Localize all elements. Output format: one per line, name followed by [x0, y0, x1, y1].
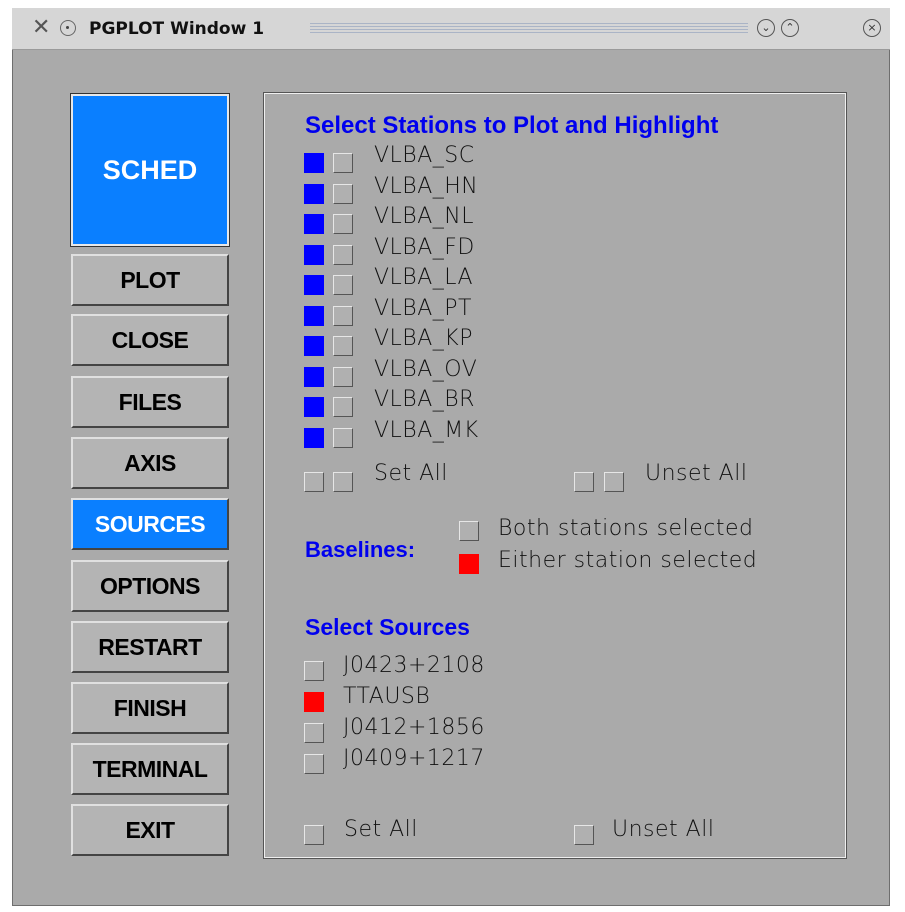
- source-label: J0423+2108: [343, 653, 485, 678]
- unset-all-stations-label: Unset All: [645, 461, 748, 486]
- station-highlight-checkbox[interactable]: [333, 244, 353, 265]
- restart-button[interactable]: RESTART: [71, 621, 229, 673]
- station-highlight-checkbox[interactable]: [333, 427, 353, 448]
- station-plot-checkbox[interactable]: [304, 336, 324, 356]
- station-highlight-checkbox[interactable]: [333, 153, 353, 173]
- unset-all-sources-checkbox[interactable]: [574, 825, 594, 845]
- sources-heading: Select Sources: [305, 614, 470, 640]
- station-highlight-checkbox[interactable]: [333, 275, 353, 295]
- station-label: VLBA_PT: [374, 295, 472, 321]
- minimize-icon[interactable]: ⌄: [757, 19, 775, 37]
- source-label: J0412+1856: [343, 715, 485, 740]
- close-button[interactable]: CLOSE: [71, 314, 229, 366]
- station-plot-checkbox[interactable]: [304, 183, 324, 204]
- station-highlight-checkbox[interactable]: [333, 214, 353, 234]
- exit-button[interactable]: EXIT: [71, 804, 229, 856]
- files-button[interactable]: FILES: [71, 376, 229, 428]
- station-highlight-checkbox[interactable]: [333, 397, 353, 417]
- station-highlight-checkbox[interactable]: [333, 305, 353, 326]
- close-icon[interactable]: ×: [863, 19, 881, 37]
- source-label: J0409+1217: [343, 746, 485, 771]
- source-checkbox[interactable]: [304, 723, 324, 743]
- terminal-button[interactable]: TERMINAL: [71, 743, 229, 795]
- station-highlight-checkbox[interactable]: [333, 183, 353, 204]
- unset-all-stations-highlight-checkbox[interactable]: [604, 472, 624, 492]
- plot-button[interactable]: PLOT: [71, 254, 229, 306]
- options-button[interactable]: OPTIONS: [71, 560, 229, 612]
- station-label: VLBA_BR: [374, 387, 475, 412]
- baselines-label: Baselines:: [305, 537, 416, 562]
- baseline-both-label: Both stations selected: [498, 516, 754, 541]
- unset-all-sources-label: Unset All: [612, 817, 715, 842]
- station-plot-checkbox[interactable]: [304, 366, 324, 387]
- set-all-sources-checkbox[interactable]: [304, 825, 324, 845]
- station-label: VLBA_SC: [374, 143, 475, 168]
- finish-button[interactable]: FINISH: [71, 682, 229, 734]
- set-all-stations-label: Set All: [374, 461, 448, 486]
- station-label: VLBA_NL: [374, 204, 474, 229]
- source-checkbox[interactable]: [304, 754, 324, 774]
- station-plot-checkbox[interactable]: [304, 244, 324, 265]
- station-plot-checkbox[interactable]: [304, 153, 324, 173]
- window-title: PGPLOT Window 1: [89, 19, 265, 39]
- window-menu-icon[interactable]: [60, 20, 76, 36]
- unset-all-stations-plot-checkbox[interactable]: [574, 472, 594, 492]
- station-label: VLBA_LA: [374, 265, 474, 290]
- station-label: VLBA_FD: [374, 234, 475, 260]
- station-label: VLBA_MK: [374, 417, 479, 443]
- station-label: VLBA_OV: [374, 356, 478, 382]
- stations-heading: Select Stations to Plot and Highlight: [305, 112, 719, 139]
- source-label: TTAUSB: [343, 684, 431, 709]
- sched-logo: SCHED: [70, 93, 230, 247]
- station-label: VLBA_HN: [374, 173, 479, 199]
- station-highlight-checkbox[interactable]: [333, 336, 353, 356]
- station-highlight-checkbox[interactable]: [333, 366, 353, 387]
- title-bar: ✕ PGPLOT Window 1 ⌄ ⌃ ×: [12, 8, 890, 50]
- x-app-icon[interactable]: ✕: [32, 17, 50, 39]
- station-plot-checkbox[interactable]: [304, 427, 324, 448]
- baseline-either-checkbox[interactable]: [459, 554, 479, 574]
- axis-button[interactable]: AXIS: [71, 437, 229, 489]
- station-plot-checkbox[interactable]: [304, 275, 324, 295]
- station-plot-checkbox[interactable]: [304, 397, 324, 417]
- station-label: VLBA_KP: [374, 326, 473, 351]
- source-checkbox[interactable]: [304, 661, 324, 681]
- set-all-sources-label: Set All: [344, 817, 418, 842]
- station-plot-checkbox[interactable]: [304, 305, 324, 326]
- baseline-both-checkbox[interactable]: [459, 521, 479, 541]
- baseline-either-label: Either station selected: [498, 548, 758, 573]
- sources-button[interactable]: SOURCES: [71, 498, 229, 550]
- title-bar-stripes: [310, 23, 748, 35]
- source-checkbox[interactable]: [304, 692, 324, 712]
- station-plot-checkbox[interactable]: [304, 214, 324, 234]
- set-all-stations-highlight-checkbox[interactable]: [333, 472, 353, 492]
- set-all-stations-plot-checkbox[interactable]: [304, 472, 324, 492]
- maximize-icon[interactable]: ⌃: [781, 19, 799, 37]
